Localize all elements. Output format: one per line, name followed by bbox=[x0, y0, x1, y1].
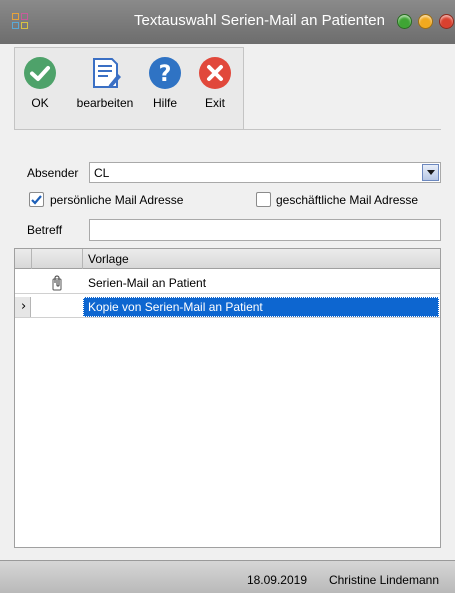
template-grid: Vorlage Serien-Mail an Patient › Kopie v… bbox=[14, 248, 441, 548]
row-text: Serien-Mail an Patient bbox=[88, 276, 207, 290]
help-icon: ? bbox=[149, 57, 181, 89]
toolbar: OK bearbeiten ? Hilfe Exit bbox=[14, 47, 244, 130]
absender-label: Absender bbox=[27, 166, 79, 180]
betreff-input[interactable] bbox=[89, 219, 441, 241]
maximize-button[interactable] bbox=[418, 14, 433, 29]
personal-mail-checkbox[interactable] bbox=[29, 192, 44, 207]
personal-mail-label[interactable]: persönliche Mail Adresse bbox=[50, 193, 183, 207]
absender-value: CL bbox=[94, 166, 110, 180]
column-header-vorlage[interactable]: Vorlage bbox=[88, 252, 129, 266]
business-mail-checkbox[interactable] bbox=[256, 192, 271, 207]
attachment-icon bbox=[52, 275, 62, 291]
column-divider bbox=[31, 249, 32, 269]
betreff-label: Betreff bbox=[27, 223, 63, 237]
minimize-button[interactable] bbox=[397, 14, 412, 29]
edit-label: bearbeiten bbox=[76, 96, 134, 110]
svg-text:?: ? bbox=[159, 62, 172, 87]
edit-button[interactable]: bearbeiten bbox=[73, 56, 137, 110]
status-user: Christine Lindemann bbox=[328, 573, 439, 587]
table-row[interactable]: › Kopie von Serien-Mail an Patient bbox=[15, 297, 440, 317]
ok-label: OK bbox=[31, 96, 49, 110]
row-text: Kopie von Serien-Mail an Patient bbox=[88, 300, 263, 314]
status-bar: 18.09.2019 Christine Lindemann bbox=[0, 560, 455, 593]
exit-label: Exit bbox=[204, 96, 225, 110]
close-icon bbox=[199, 57, 231, 89]
checkmark-icon bbox=[31, 195, 42, 205]
column-divider bbox=[82, 249, 83, 269]
window-title: Textauswahl Serien-Mail an Patienten bbox=[134, 12, 385, 29]
status-date: 18.09.2019 bbox=[246, 573, 307, 587]
close-window-button[interactable] bbox=[439, 14, 454, 29]
row-indicator: › bbox=[21, 299, 27, 314]
ok-button[interactable]: OK bbox=[10, 56, 70, 110]
chevron-down-icon[interactable] bbox=[422, 164, 439, 181]
table-row[interactable]: Serien-Mail an Patient bbox=[15, 273, 440, 293]
toolbar-divider bbox=[14, 129, 441, 130]
business-mail-label[interactable]: geschäftliche Mail Adresse bbox=[276, 193, 418, 207]
grid-header: Vorlage bbox=[15, 249, 440, 269]
exit-button[interactable]: Exit bbox=[185, 56, 245, 110]
check-icon bbox=[24, 57, 56, 89]
absender-select[interactable]: CL bbox=[89, 162, 441, 183]
document-edit-icon bbox=[93, 58, 121, 88]
title-bar: Textauswahl Serien-Mail an Patienten bbox=[0, 0, 455, 44]
